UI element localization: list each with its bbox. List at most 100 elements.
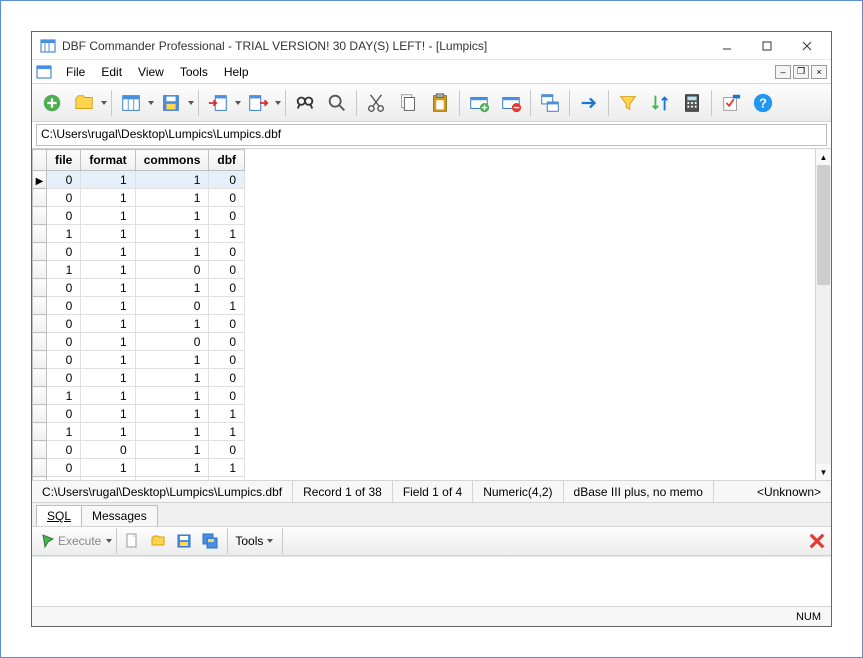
duplicate-button[interactable]: [535, 88, 565, 118]
save-button[interactable]: [156, 88, 186, 118]
mdi-close-button[interactable]: ×: [811, 65, 827, 79]
cell[interactable]: 1: [135, 189, 209, 207]
table-row[interactable]: ▶0110: [33, 171, 245, 189]
table-row[interactable]: 0110: [33, 189, 245, 207]
cell[interactable]: 1: [81, 459, 135, 477]
sql-save-button[interactable]: [172, 529, 198, 553]
cell[interactable]: 1: [81, 261, 135, 279]
save-dropdown[interactable]: [187, 89, 195, 117]
close-button[interactable]: [787, 33, 827, 59]
column-header-format[interactable]: format: [81, 150, 135, 171]
structure-dropdown[interactable]: [147, 89, 155, 117]
cell[interactable]: 1: [81, 351, 135, 369]
cell[interactable]: 1: [209, 423, 245, 441]
new-button[interactable]: [37, 88, 67, 118]
execute-button[interactable]: Execute: [36, 529, 105, 553]
mdi-minimize-button[interactable]: ‒: [775, 65, 791, 79]
cell[interactable]: 0: [209, 333, 245, 351]
cell[interactable]: 1: [135, 369, 209, 387]
sql-close-button[interactable]: [807, 531, 827, 551]
table-row[interactable]: 1111: [33, 225, 245, 243]
cell[interactable]: 1: [47, 261, 81, 279]
table-row[interactable]: 0100: [33, 333, 245, 351]
cell[interactable]: 1: [209, 477, 245, 481]
import-button[interactable]: [203, 88, 233, 118]
goto-button[interactable]: [574, 88, 604, 118]
cell[interactable]: 0: [47, 351, 81, 369]
table-row[interactable]: 0110: [33, 207, 245, 225]
cell[interactable]: 0: [209, 387, 245, 405]
table-row[interactable]: 0101: [33, 297, 245, 315]
cell[interactable]: 1: [81, 405, 135, 423]
add-record-button[interactable]: [464, 88, 494, 118]
cell[interactable]: 0: [209, 207, 245, 225]
table-row[interactable]: 1100: [33, 261, 245, 279]
cell[interactable]: 1: [81, 243, 135, 261]
cell[interactable]: 1: [135, 279, 209, 297]
cell[interactable]: 1: [209, 405, 245, 423]
calc-button[interactable]: [677, 88, 707, 118]
cell[interactable]: 1: [209, 297, 245, 315]
filter-button[interactable]: [613, 88, 643, 118]
cell[interactable]: 0: [209, 441, 245, 459]
cell[interactable]: 1: [47, 225, 81, 243]
cell[interactable]: 1: [135, 405, 209, 423]
cell[interactable]: 1: [81, 387, 135, 405]
cell[interactable]: 1: [81, 171, 135, 189]
cell[interactable]: 0: [135, 261, 209, 279]
table-row[interactable]: 0111: [33, 405, 245, 423]
open-dropdown[interactable]: [100, 89, 108, 117]
cell[interactable]: 1: [47, 477, 81, 481]
cell[interactable]: 0: [209, 261, 245, 279]
table-row[interactable]: 0110: [33, 351, 245, 369]
data-grid[interactable]: fileformatcommonsdbf ▶011001100110111101…: [32, 148, 831, 480]
table-row[interactable]: 0110: [33, 279, 245, 297]
column-header-commons[interactable]: commons: [135, 150, 209, 171]
cell[interactable]: 1: [81, 189, 135, 207]
tab-messages[interactable]: Messages: [81, 505, 158, 526]
cell[interactable]: 0: [47, 441, 81, 459]
cell[interactable]: 1: [81, 369, 135, 387]
scroll-up-button[interactable]: ▲: [816, 149, 831, 165]
cell[interactable]: 1: [209, 459, 245, 477]
sql-new-button[interactable]: [120, 529, 146, 553]
import-dropdown[interactable]: [234, 89, 242, 117]
cell[interactable]: 0: [47, 207, 81, 225]
cell[interactable]: 1: [135, 315, 209, 333]
sql-editor[interactable]: [32, 556, 831, 606]
cell[interactable]: 0: [135, 297, 209, 315]
sql-saveall-button[interactable]: [198, 529, 224, 553]
cell[interactable]: 0: [209, 369, 245, 387]
maximize-button[interactable]: [747, 33, 787, 59]
cell[interactable]: 1: [135, 459, 209, 477]
tab-sql[interactable]: SQL: [36, 505, 82, 526]
sql-tools-button[interactable]: Tools: [231, 529, 279, 553]
cell[interactable]: 0: [81, 441, 135, 459]
cell[interactable]: 1: [135, 351, 209, 369]
cell[interactable]: 1: [135, 423, 209, 441]
minimize-button[interactable]: [707, 33, 747, 59]
cell[interactable]: 0: [47, 459, 81, 477]
cell[interactable]: 1: [81, 225, 135, 243]
table-row[interactable]: 1101: [33, 477, 245, 481]
cell[interactable]: 0: [47, 315, 81, 333]
structure-button[interactable]: [116, 88, 146, 118]
cell[interactable]: 1: [81, 315, 135, 333]
open-button[interactable]: [69, 88, 99, 118]
export-dropdown[interactable]: [274, 89, 282, 117]
cell[interactable]: 0: [135, 333, 209, 351]
cell[interactable]: 1: [135, 243, 209, 261]
cell[interactable]: 1: [209, 225, 245, 243]
cell[interactable]: 1: [47, 423, 81, 441]
cell[interactable]: 1: [135, 441, 209, 459]
sort-button[interactable]: [645, 88, 675, 118]
table-row[interactable]: 0111: [33, 459, 245, 477]
table-row[interactable]: 0110: [33, 369, 245, 387]
cell[interactable]: 0: [135, 477, 209, 481]
cell[interactable]: 0: [47, 189, 81, 207]
delete-record-button[interactable]: [496, 88, 526, 118]
execute-dropdown[interactable]: [105, 527, 113, 555]
paste-button[interactable]: [425, 88, 455, 118]
options-button[interactable]: [716, 88, 746, 118]
help-button[interactable]: ?: [748, 88, 778, 118]
